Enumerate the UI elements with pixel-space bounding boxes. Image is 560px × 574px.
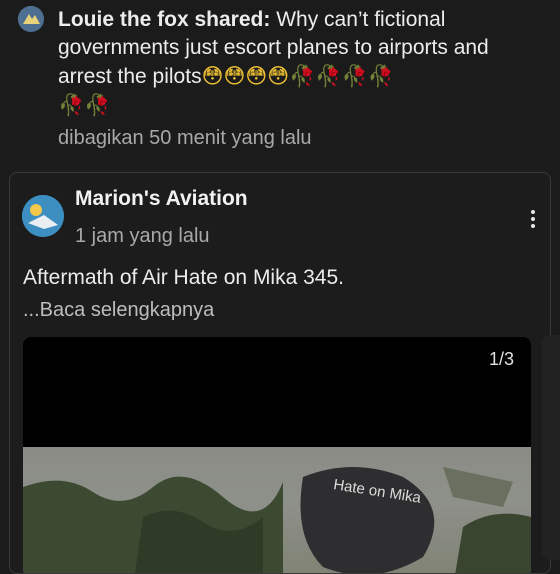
post-media[interactable]: 1/3 Hate on Mika xyxy=(23,337,531,573)
avatar-icon xyxy=(22,195,64,237)
wilted-rose-emoji: 🥀🥀 xyxy=(58,93,111,117)
next-card-peek[interactable] xyxy=(542,335,560,560)
media-counter: 1/3 xyxy=(488,349,514,369)
post-timestamp: 1 jam yang lalu xyxy=(75,225,210,247)
post-text: Aftermath of Air Hate on Mika 345. xyxy=(23,266,344,289)
post-author-avatar[interactable] xyxy=(22,195,64,237)
sharer-avatar[interactable] xyxy=(18,6,44,32)
avatar-icon xyxy=(18,6,44,32)
photo-illustration xyxy=(23,467,531,573)
wilted-rose-emoji: 🥀🥀🥀🥀 xyxy=(289,64,394,88)
share-timestamp: dibagikan 50 menit yang lalu xyxy=(58,127,312,149)
post-author-name[interactable]: Marion's Aviation xyxy=(75,187,248,211)
shared-post-card[interactable]: Marion's Aviation 1 jam yang lalu Afterm… xyxy=(9,172,551,574)
sharer-name[interactable]: Louie the fox shared: xyxy=(58,8,270,31)
read-more-link[interactable]: ...Baca selengkapnya xyxy=(23,299,214,322)
shared-post-caption: Louie the fox shared: Why can’t fictiona… xyxy=(58,6,528,120)
post-more-icon[interactable] xyxy=(531,210,537,228)
media-photo: Hate on Mika xyxy=(23,447,531,573)
flushed-emoji: 😳😳😳😳 xyxy=(201,64,290,88)
